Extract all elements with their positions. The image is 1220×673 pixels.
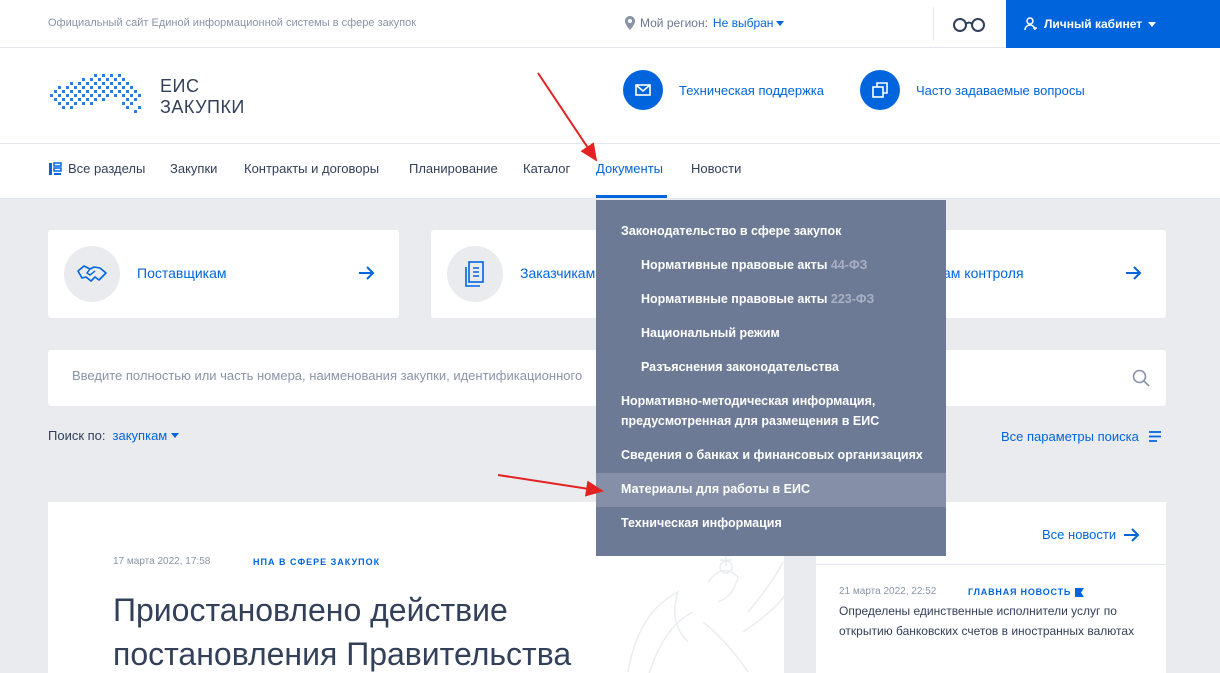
menu-item-methodical-info[interactable]: Нормативно-методическая информация, пред…: [621, 391, 911, 431]
chevron-down-icon: [171, 433, 180, 438]
arrow-right-icon: [359, 266, 375, 280]
chevron-down-icon: [776, 20, 785, 26]
nav-label: Новости: [691, 161, 742, 176]
top-bar: Официальный сайт Единой информационной с…: [0, 0, 1220, 48]
region-selector[interactable]: Мой регион: Не выбран: [625, 16, 785, 30]
arrow-right-icon: [1124, 527, 1140, 542]
handshake-icon: [64, 246, 120, 302]
search-by-label: Поиск по:: [48, 428, 106, 443]
news-date: 21 марта 2022, 22:52: [839, 586, 937, 597]
all-params-label: Все параметры поиска: [1001, 429, 1139, 444]
nav-item-all-sections[interactable]: Все разделы: [48, 161, 145, 176]
nav-item-purchases[interactable]: Закупки: [170, 161, 217, 176]
menu-item-legislation[interactable]: Законодательство в сфере закупок: [621, 221, 841, 241]
news-title[interactable]: Приостановлено действие постановления Пр…: [113, 588, 633, 673]
nav-label: Все разделы: [68, 161, 146, 176]
arrow-right-icon: [1126, 266, 1142, 280]
all-search-params-link[interactable]: Все параметры поиска: [1001, 429, 1161, 444]
site-description: Официальный сайт Единой информационной с…: [48, 17, 417, 29]
nav-item-planning[interactable]: Планирование: [409, 161, 498, 176]
card-label: Заказчикам: [520, 265, 596, 281]
news-tag[interactable]: НПА В СФЕРЕ ЗАКУПОК: [253, 557, 380, 567]
main-nav: Все разделы Закупки Контракты и договоры…: [0, 144, 1220, 199]
nav-item-news[interactable]: Новости: [691, 161, 741, 176]
all-news-label: Все новости: [1042, 527, 1117, 542]
documents-dropdown-menu: Законодательство в сфере закупок Нормати…: [596, 200, 946, 556]
personal-cabinet-button[interactable]: Личный кабинет: [1006, 0, 1220, 48]
menu-item-npa-44[interactable]: Нормативные правовые акты 44-ФЗ: [641, 255, 867, 275]
menu-item-eis-materials[interactable]: Материалы для работы в ЕИС: [621, 479, 810, 499]
faq-label: Часто задаваемые вопросы: [916, 82, 1085, 98]
menu-item-national-regime[interactable]: Национальный режим: [641, 323, 780, 343]
divider: [933, 7, 934, 41]
nav-item-catalog[interactable]: Каталог: [523, 161, 570, 176]
sections-icon: [49, 161, 62, 175]
accessibility-glasses-icon[interactable]: [952, 15, 986, 33]
list-icon: [1148, 431, 1161, 442]
nav-item-contracts[interactable]: Контракты и договоры: [244, 161, 379, 176]
faq-link[interactable]: Часто задаваемые вопросы: [860, 70, 1085, 110]
nav-label: Контракты и договоры: [244, 161, 380, 176]
menu-item-clarifications[interactable]: Разъяснения законодательства: [641, 357, 839, 377]
nav-label: Документы: [596, 161, 664, 176]
menu-item-technical-info[interactable]: Техническая информация: [621, 513, 782, 533]
divider: [816, 564, 1166, 565]
nav-label: Закупки: [170, 161, 218, 176]
logo-line-2: ЗАКУПКИ: [160, 97, 245, 117]
menu-item-banks-info[interactable]: Сведения о банках и финансовых организац…: [621, 445, 923, 465]
nav-item-documents[interactable]: Документы: [596, 161, 663, 176]
mail-icon: [623, 70, 663, 110]
location-pin-icon: [625, 16, 635, 30]
flag-icon: [1075, 587, 1085, 597]
support-link[interactable]: Техническая поддержка: [623, 70, 824, 110]
logo-line-1: ЕИС: [160, 76, 200, 96]
nav-label: Каталог: [523, 161, 571, 176]
russia-map-logo-icon[interactable]: [48, 72, 148, 118]
copy-icon: [860, 70, 900, 110]
card-label: ам контроля: [943, 265, 1024, 281]
news-date: 17 марта 2022, 17:58: [113, 556, 211, 567]
support-label: Техническая поддержка: [679, 82, 824, 98]
logo-text[interactable]: ЕИС ЗАКУПКИ: [160, 76, 245, 118]
cabinet-label: Личный кабинет: [1044, 17, 1143, 31]
news-title[interactable]: Определены единственные исполнители услу…: [839, 601, 1149, 641]
region-value[interactable]: Не выбран: [713, 16, 785, 30]
search-input[interactable]: [72, 368, 632, 383]
news-tag[interactable]: ГЛАВНАЯ НОВОСТЬ: [968, 587, 1085, 597]
site-header: ЕИС ЗАКУПКИ Техническая поддержка Часто …: [0, 48, 1220, 144]
document-list-icon: [447, 246, 503, 302]
search-icon[interactable]: [1132, 369, 1150, 387]
card-label: Поставщикам: [137, 265, 227, 281]
nav-label: Планирование: [409, 161, 498, 176]
menu-item-npa-223[interactable]: Нормативные правовые акты 223-ФЗ: [641, 289, 874, 309]
search-by: Поиск по: закупкам: [48, 428, 180, 443]
region-label: Мой регион:: [640, 16, 708, 30]
chevron-down-icon: [1148, 21, 1157, 27]
annotation-arrow-materials: [497, 474, 604, 497]
active-tab-indicator: [596, 195, 667, 198]
user-icon: [1024, 17, 1037, 31]
all-news-link[interactable]: Все новости: [1042, 527, 1140, 542]
eagle-emblem-icon: [627, 554, 784, 673]
card-suppliers[interactable]: Поставщикам: [48, 230, 399, 318]
search-by-selector[interactable]: закупкам: [113, 428, 180, 443]
